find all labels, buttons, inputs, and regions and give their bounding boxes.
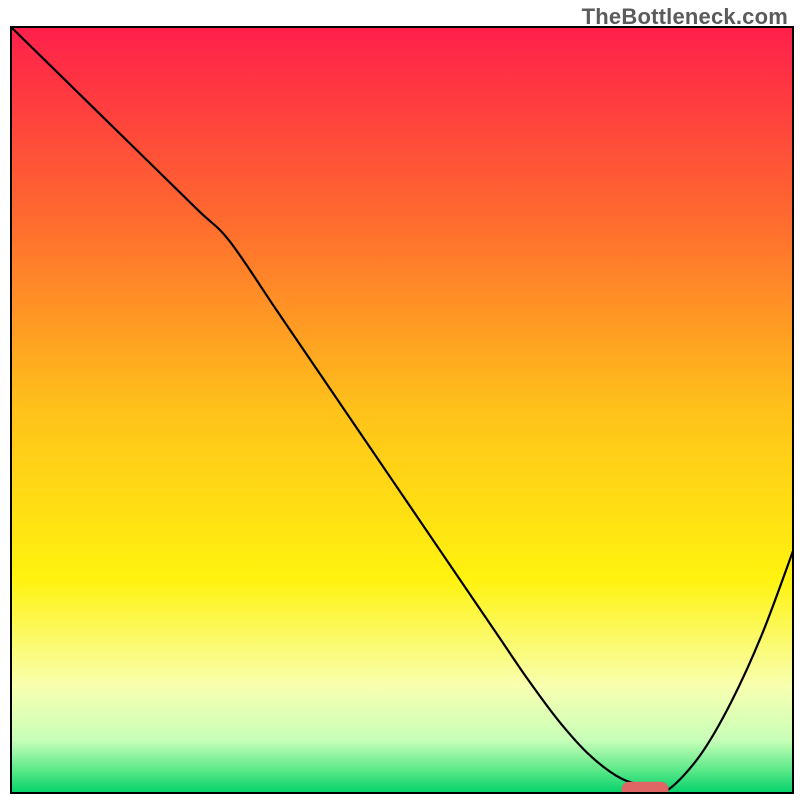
chart-container: TheBottleneck.com xyxy=(0,0,800,800)
watermark-text: TheBottleneck.com xyxy=(582,4,788,30)
plot-area xyxy=(10,26,794,794)
chart-svg xyxy=(10,26,794,794)
